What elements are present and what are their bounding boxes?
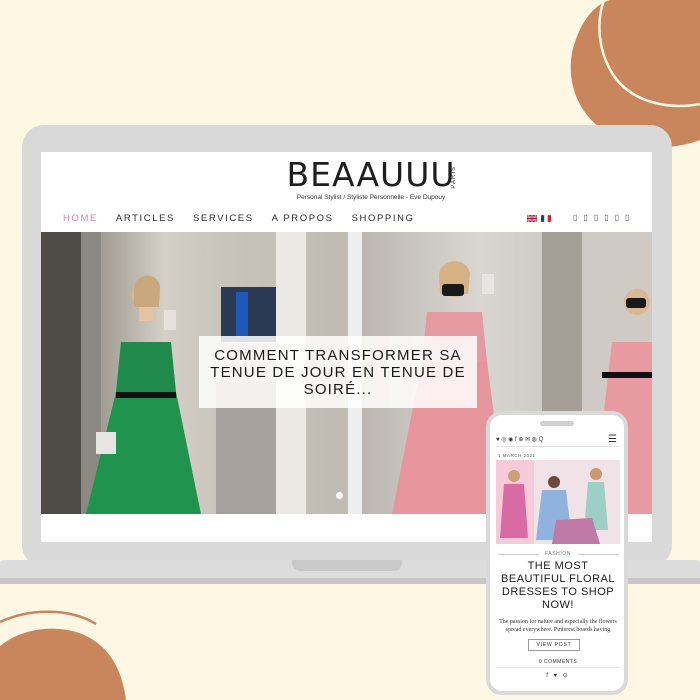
social-icon-3[interactable]: ▯ <box>594 213 598 222</box>
phone-divider-bottom <box>496 667 620 668</box>
slider-dot[interactable] <box>336 492 343 499</box>
social-icon-2[interactable]: ▯ <box>583 213 587 222</box>
nav-a-propos[interactable]: A PROPOS <box>272 213 334 224</box>
phone-mockup: ♥ ◎ ◉ f ⊕ ✉ ◍ Q ☰ 1 MARCH 2021 FASHION T… <box>486 411 628 695</box>
social-icon-1[interactable]: ▯ <box>573 213 577 222</box>
post-title[interactable]: THE MOST BEAUTIFUL FLORAL DRESSES TO SHO… <box>496 560 620 612</box>
phone-divider <box>496 446 620 447</box>
nav-shopping[interactable]: SHOPPING <box>352 213 415 224</box>
post-category[interactable]: FASHION <box>496 551 620 557</box>
site-logo[interactable]: BEAAUUU PARIS Personal Stylist / Stylist… <box>276 155 466 202</box>
nav-articles[interactable]: ARTICLES <box>116 213 175 224</box>
phone-speaker <box>540 421 574 426</box>
post-date: 1 MARCH 2021 <box>498 453 536 458</box>
logo-paris: PARIS <box>451 166 457 189</box>
france-flag-icon[interactable] <box>541 215 551 222</box>
post-excerpt: The passion for nature and especially th… <box>499 619 617 633</box>
social-icons: ▯ ▯ ▯ ▯ ▯ ▯ <box>573 213 629 222</box>
main-nav: HOME ARTICLES SERVICES A PROPOS SHOPPING <box>63 213 433 224</box>
uk-flag-icon[interactable] <box>527 215 537 222</box>
post-image-floral-dresses[interactable] <box>496 460 620 544</box>
post-comments[interactable]: 0 COMMENTS <box>496 659 620 665</box>
phone-top-icons[interactable]: ♥ ◎ ◉ f ⊕ ✉ ◍ Q <box>496 433 620 445</box>
hero-caption[interactable]: COMMENT TRANSFORMER SA TENUE DE JOUR EN … <box>199 336 477 408</box>
social-icon-5[interactable]: ▯ <box>615 213 619 222</box>
social-icon-4[interactable]: ▯ <box>604 213 608 222</box>
hamburger-menu-icon[interactable]: ☰ <box>608 434 617 445</box>
social-icon-6[interactable]: ▯ <box>625 213 629 222</box>
nav-home[interactable]: HOME <box>63 213 98 224</box>
hero-headline: COMMENT TRANSFORMER SA TENUE DE JOUR EN … <box>210 346 466 398</box>
share-icons[interactable]: f ♥ ⊙ <box>496 672 620 679</box>
nav-services[interactable]: SERVICES <box>193 213 254 224</box>
language-switcher <box>527 215 551 222</box>
logo-text: BEAAUUU <box>286 155 456 194</box>
view-post-button[interactable]: VIEW POST <box>528 639 580 651</box>
laptop-notch <box>292 560 402 571</box>
site-tagline: Personal Stylist / Styliste Personnelle … <box>296 194 446 201</box>
